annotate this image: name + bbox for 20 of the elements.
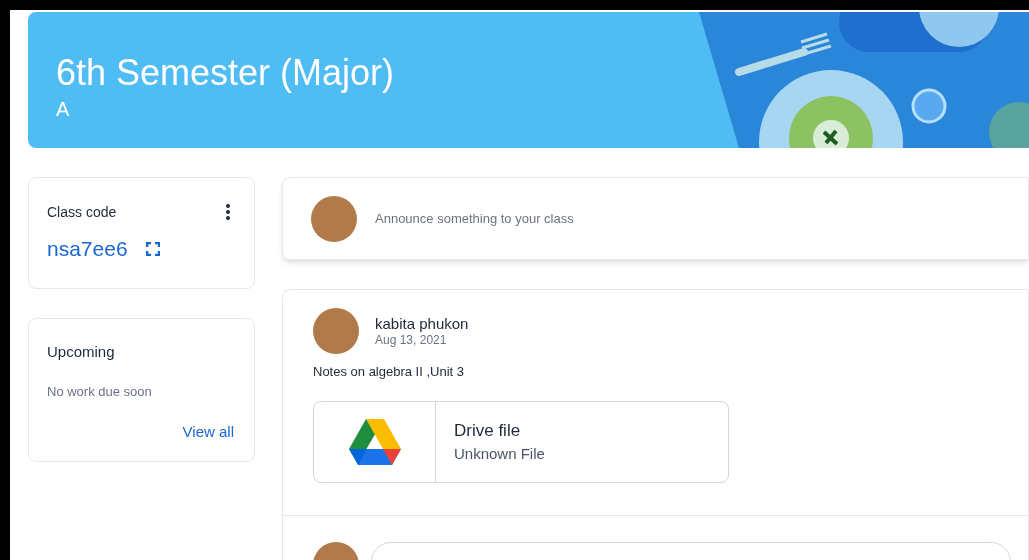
announce-card[interactable]: Announce something to your class bbox=[282, 177, 1029, 260]
upcoming-message: No work due soon bbox=[47, 382, 153, 401]
avatar bbox=[311, 195, 357, 242]
drive-icon bbox=[348, 418, 401, 465]
class-code: nsa7ee6 bbox=[47, 236, 128, 262]
post-author: kabita phukon bbox=[375, 314, 469, 333]
post-date: Aug 13, 2021 bbox=[375, 333, 448, 348]
drive-attachment[interactable]: Drive file Unknown File bbox=[313, 400, 729, 483]
class-title: 6th Semester (Major) bbox=[56, 52, 395, 94]
avatar bbox=[313, 308, 359, 354]
more-options-icon[interactable] bbox=[226, 204, 230, 220]
fullscreen-icon[interactable] bbox=[145, 241, 160, 256]
class-section: A bbox=[56, 96, 395, 122]
announce-placeholder: Announce something to your class bbox=[375, 209, 574, 228]
view-all-link[interactable]: View all bbox=[182, 421, 234, 444]
class-code-label: Class code bbox=[47, 203, 117, 222]
attachment-subtitle: Unknown File bbox=[454, 444, 545, 465]
upcoming-title: Upcoming bbox=[47, 342, 116, 362]
post-text: Notes on algebra II ,Unit 3 bbox=[312, 363, 466, 381]
attachment-title: Drive file bbox=[454, 419, 522, 442]
